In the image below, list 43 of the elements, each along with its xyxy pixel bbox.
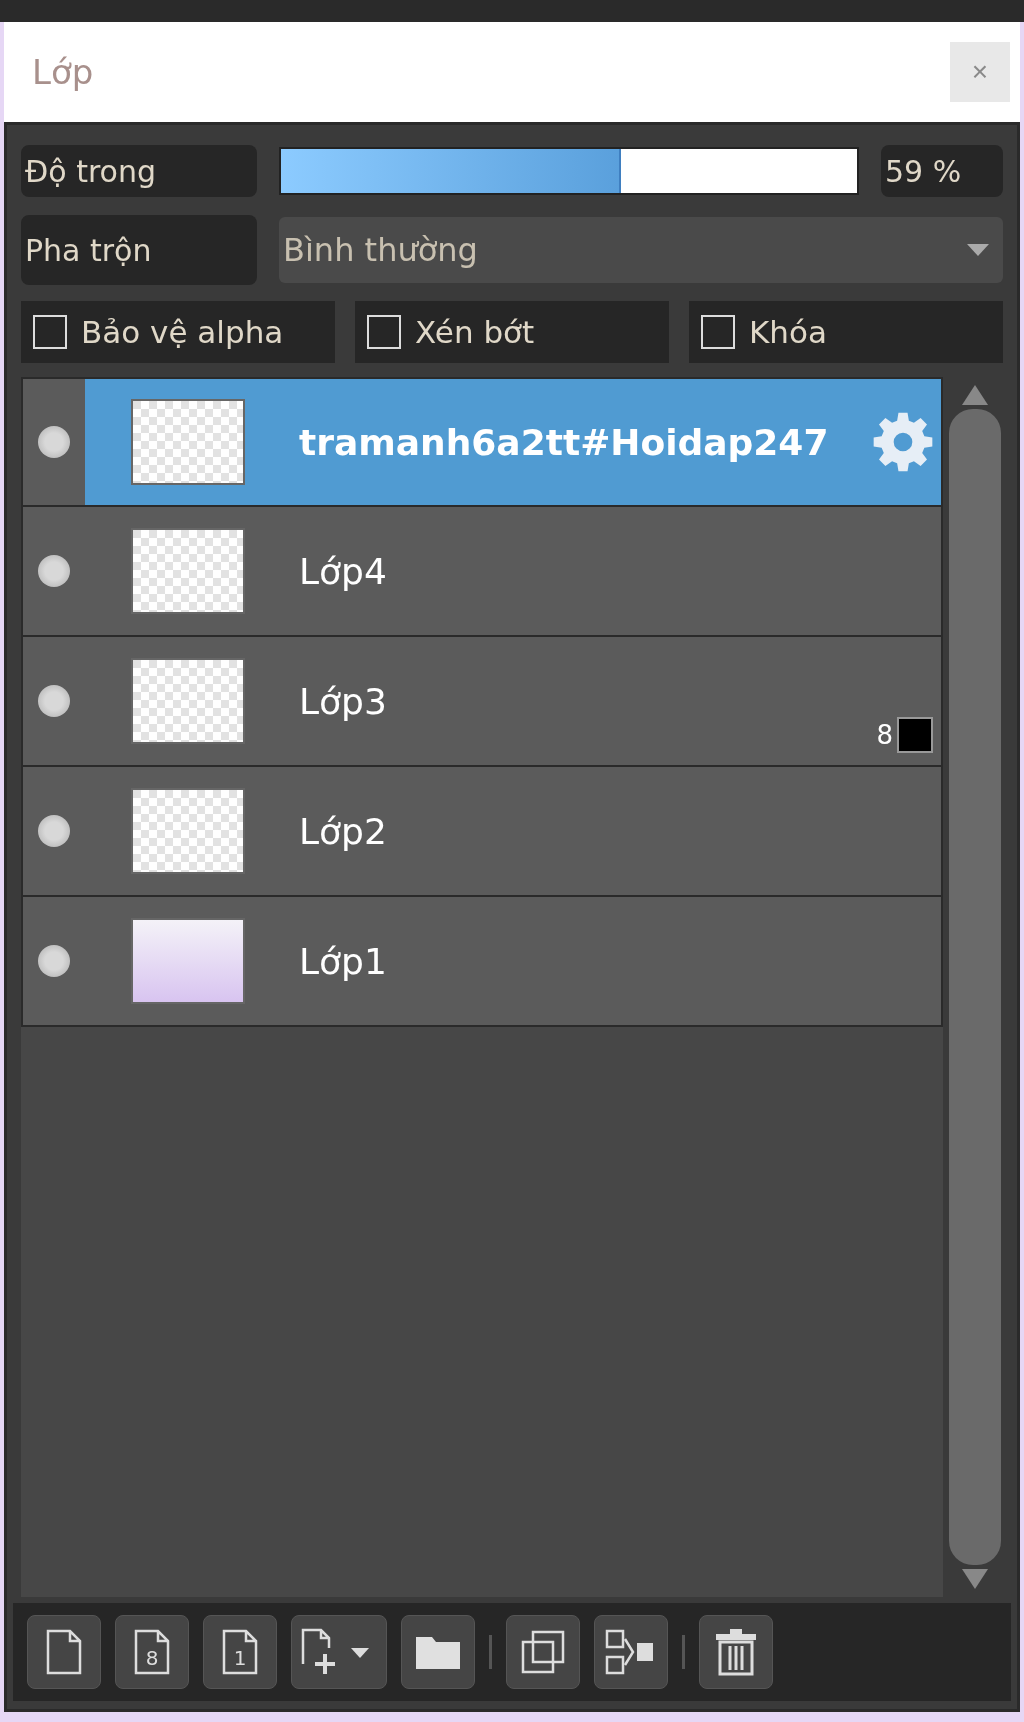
layer-row[interactable]: Lớp1 bbox=[21, 897, 943, 1027]
visibility-dot-icon[interactable] bbox=[38, 815, 70, 847]
trash-button[interactable] bbox=[699, 1615, 773, 1689]
visibility-dot-icon[interactable] bbox=[38, 555, 70, 587]
bit-depth-label: 8 bbox=[876, 720, 893, 750]
panel-title: Lớp bbox=[32, 52, 94, 92]
checkbox[interactable] bbox=[367, 315, 401, 349]
page-button[interactable]: 8 bbox=[115, 1615, 189, 1689]
layer-row[interactable]: Lớp2 bbox=[21, 767, 943, 897]
checkbox[interactable] bbox=[33, 315, 67, 349]
layer-name: Lớp2 bbox=[299, 810, 388, 852]
visibility-dot-icon[interactable] bbox=[38, 945, 70, 977]
layer-name: tramanh6a2tt#Hoidap247 bbox=[299, 421, 830, 463]
checkbox-label: Khóa bbox=[749, 314, 827, 350]
visibility-dot-icon[interactable] bbox=[38, 685, 70, 717]
page-button[interactable]: 1 bbox=[203, 1615, 277, 1689]
checkbox-label: Bảo vệ alpha bbox=[81, 314, 284, 350]
opacity-slider[interactable] bbox=[279, 147, 859, 195]
duplicate-button[interactable] bbox=[506, 1615, 580, 1689]
merge-button[interactable] bbox=[594, 1615, 668, 1689]
blend-dropdown[interactable]: Bình thường bbox=[279, 217, 1003, 283]
visibility-dot-icon[interactable] bbox=[38, 426, 70, 458]
gear-icon[interactable] bbox=[871, 410, 935, 474]
layer-row[interactable]: Lớp3 8 bbox=[21, 637, 943, 767]
checkbox-label: Xén bớt bbox=[415, 314, 535, 350]
trash-icon bbox=[714, 1628, 758, 1676]
opacity-label: Độ trong bbox=[21, 145, 257, 197]
layer-name: Lớp1 bbox=[299, 940, 388, 982]
layer-name: Lớp4 bbox=[299, 550, 388, 592]
scrollbar-thumb[interactable] bbox=[949, 409, 1001, 1565]
layer-name: Lớp3 bbox=[299, 680, 388, 722]
opacity-value: 59 % bbox=[881, 145, 1003, 197]
checkbox[interactable] bbox=[701, 315, 735, 349]
duplicate-icon bbox=[521, 1630, 565, 1674]
add-button[interactable] bbox=[291, 1615, 387, 1689]
page-button[interactable] bbox=[27, 1615, 101, 1689]
blend-label: Pha trộn bbox=[21, 215, 257, 285]
dropdown-arrow-icon bbox=[967, 244, 989, 256]
folder-button[interactable] bbox=[401, 1615, 475, 1689]
scroll-up-icon[interactable] bbox=[962, 385, 988, 405]
scroll-down-icon[interactable] bbox=[962, 1569, 988, 1589]
layer-row[interactable]: Lớp4 bbox=[21, 507, 943, 637]
page-icon bbox=[44, 1629, 84, 1675]
